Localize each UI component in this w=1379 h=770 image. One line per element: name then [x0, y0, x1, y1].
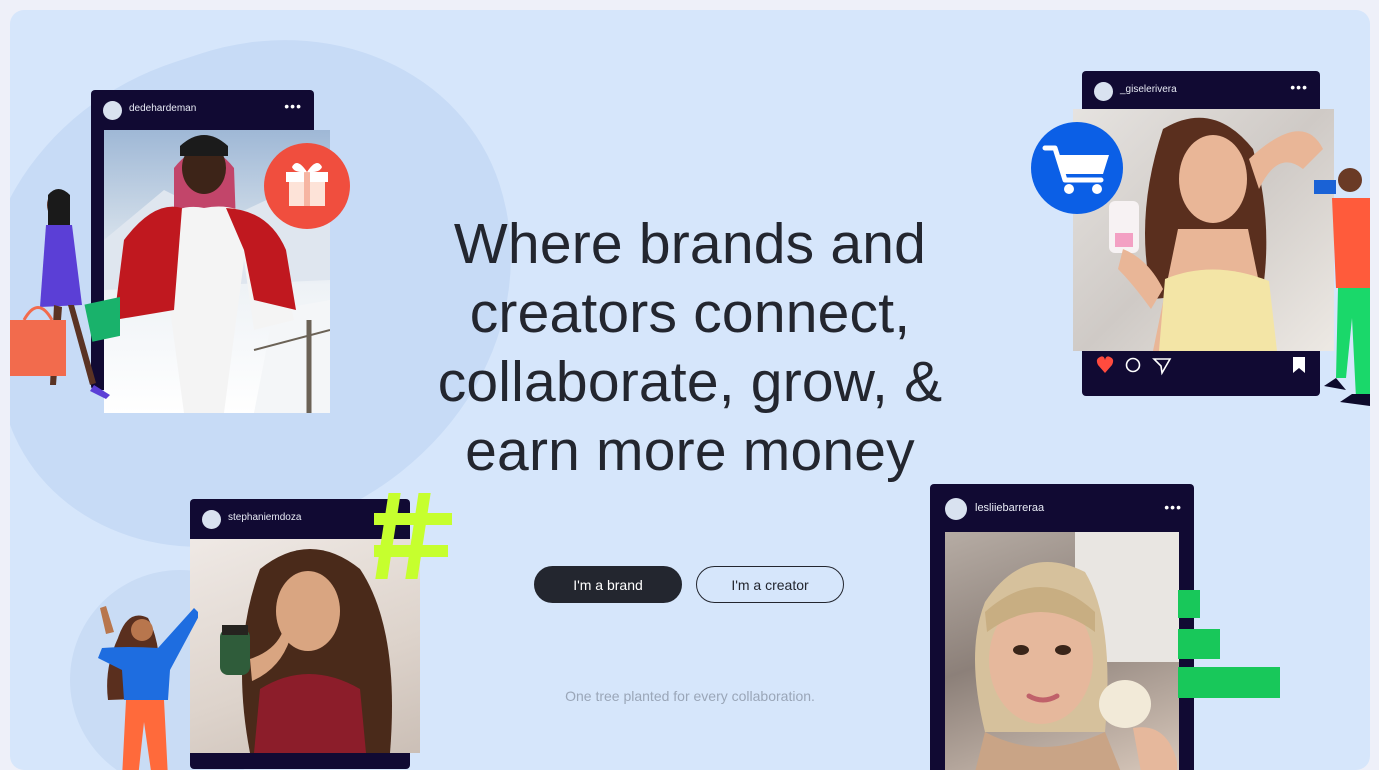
creator-button[interactable]: I'm a creator	[696, 566, 844, 603]
more-options-icon: •••	[1164, 499, 1182, 515]
avatar	[103, 101, 122, 120]
green-bar-1	[1178, 590, 1200, 618]
creator-card-dedehardeman: dedehardeman •••	[91, 90, 330, 413]
card-header: dedehardeman •••	[91, 90, 314, 130]
tagline: One tree planted for every collaboration…	[565, 688, 815, 704]
photographer-illustration	[1314, 168, 1370, 406]
card-username: dedehardeman	[129, 103, 197, 114]
green-bar-3	[1178, 667, 1280, 698]
shopper-illustration	[10, 189, 120, 399]
bookmark-icon	[1293, 357, 1305, 373]
shopping-cart-icon	[1042, 145, 1109, 194]
creator-photo	[945, 532, 1179, 770]
card-username: lesliiebarreraa	[975, 502, 1045, 514]
avatar	[202, 510, 221, 529]
creator-card-lesliiebarreraa: lesliiebarreraa •••	[930, 484, 1194, 770]
celebrating-person-illustration	[98, 606, 198, 770]
creator-photo-illustration	[975, 532, 1179, 770]
hero-section: dedehardeman ••• _giselerivera ••• steph…	[10, 10, 1370, 770]
avatar	[945, 498, 967, 520]
avatar	[1094, 82, 1113, 101]
gift-badge	[264, 143, 350, 229]
brand-button[interactable]: I'm a brand	[534, 566, 682, 603]
card-header: lesliiebarreraa •••	[930, 484, 1194, 532]
headline: Where brands and creators connect, colla…	[437, 212, 943, 483]
gift-icon	[286, 163, 328, 206]
card-username: _giselerivera	[1120, 84, 1177, 95]
card-username: stephaniemdoza	[228, 512, 302, 523]
heart-icon	[1096, 356, 1114, 373]
more-options-icon: •••	[284, 98, 302, 114]
card-header: _giselerivera •••	[1082, 71, 1320, 111]
green-bar-2	[1178, 629, 1220, 659]
hashtag-icon	[374, 493, 452, 579]
more-options-icon: •••	[1290, 79, 1308, 95]
creator-card-giselerivera: _giselerivera •••	[1073, 71, 1334, 396]
post-actions	[1096, 356, 1305, 376]
cart-badge	[1031, 122, 1123, 214]
share-icon	[1152, 358, 1172, 376]
comment-icon	[1125, 357, 1141, 373]
